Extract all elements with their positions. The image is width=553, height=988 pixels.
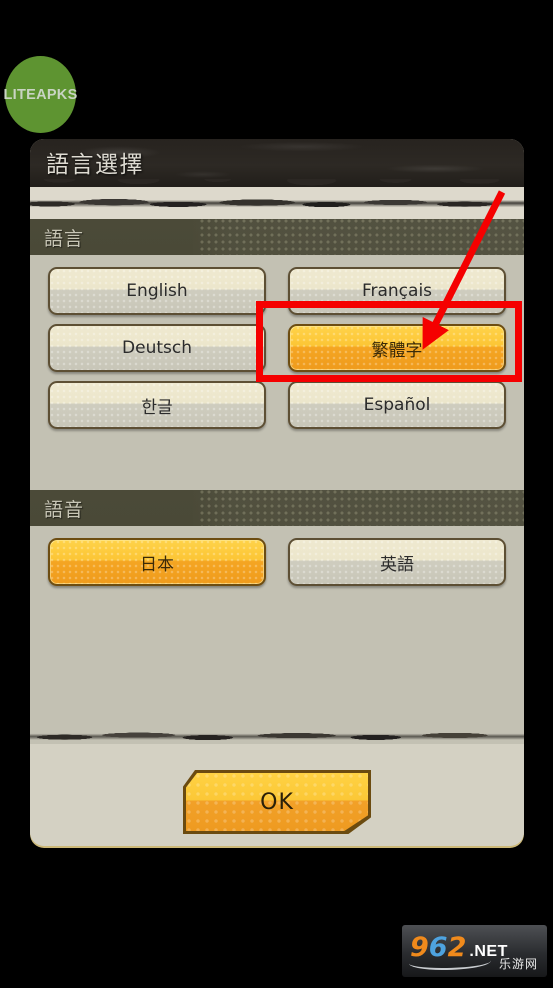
voice-row-1: 日本 英語 [48, 538, 506, 586]
site-watermark: 9 6 2 .NET 乐游网 [402, 925, 547, 977]
site-watermark-swoosh-icon [409, 954, 491, 970]
ok-button-label: OK [260, 789, 294, 815]
voice-options-body: 日本 英語 [30, 526, 524, 618]
confirm-area: OK [30, 744, 524, 846]
language-button-traditional-chinese[interactable]: 繁體字 [288, 324, 506, 372]
section-header-language-label: 語言 [44, 228, 85, 250]
voice-button-english[interactable]: 英語 [288, 538, 506, 586]
section-header-language: 語言 [30, 219, 524, 255]
language-row-2: Deutsch 繁體字 [48, 324, 506, 372]
language-button-espanol-label: Español [363, 395, 431, 415]
language-button-traditional-chinese-label: 繁體字 [371, 340, 423, 361]
voice-button-english-label: 英語 [380, 554, 414, 575]
section-header-voice-label: 語音 [44, 499, 85, 521]
language-button-english-label: English [126, 281, 188, 301]
language-selection-dialog: 語言選擇 語言 English Français Deutsch 繁體字 한글 … [30, 139, 524, 846]
bottom-brush-divider [30, 730, 524, 744]
halftone-dots-decoration [200, 219, 524, 255]
voice-button-japanese-label: 日本 [140, 554, 174, 575]
language-button-espanol[interactable]: Español [288, 381, 506, 429]
language-button-francais-label: Français [361, 281, 433, 301]
voice-button-japanese[interactable]: 日本 [48, 538, 266, 586]
title-brush-divider [30, 187, 524, 219]
liteapks-watermark-badge: LITEAPKS [3, 56, 78, 133]
language-button-deutsch-label: Deutsch [122, 338, 192, 358]
language-row-3: 한글 Español [48, 381, 506, 429]
language-button-korean[interactable]: 한글 [48, 381, 266, 429]
dialog-title-bar: 語言選擇 [30, 139, 524, 188]
lower-gap [30, 618, 524, 730]
dialog-title: 語言選擇 [46, 152, 144, 178]
brush-stroke-decoration [30, 732, 524, 741]
halftone-dots-decoration [200, 490, 524, 526]
language-button-english[interactable]: English [48, 267, 266, 315]
liteapks-watermark-label: LITEAPKS [3, 86, 78, 103]
language-row-1: English Français [48, 267, 506, 315]
section-header-voice: 語音 [30, 490, 524, 526]
language-button-korean-label: 한글 [141, 397, 173, 418]
site-watermark-cn-name: 乐游网 [498, 957, 538, 971]
language-options-body: English Français Deutsch 繁體字 한글 Español [30, 255, 524, 430]
language-button-deutsch[interactable]: Deutsch [48, 324, 266, 372]
ok-button[interactable]: OK [183, 770, 371, 834]
language-button-francais[interactable]: Français [288, 267, 506, 315]
section-gap [30, 430, 524, 490]
brush-stroke-decoration [30, 199, 524, 208]
